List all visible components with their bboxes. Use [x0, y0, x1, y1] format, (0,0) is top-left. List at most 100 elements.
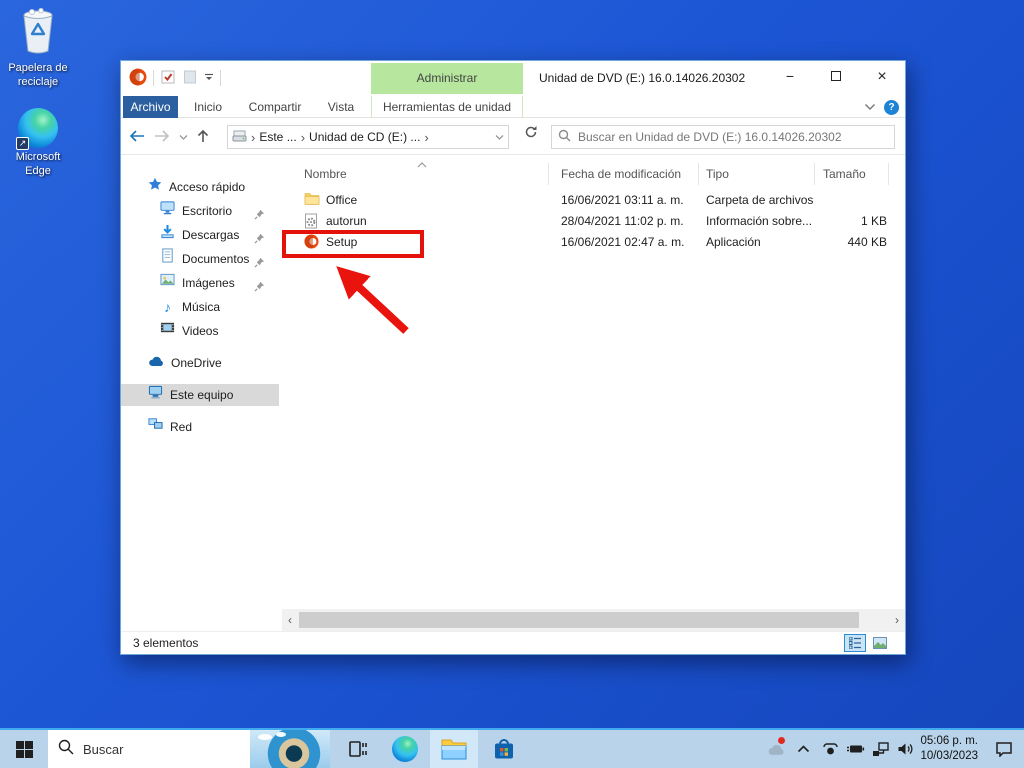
explorer-search-box[interactable]: [551, 125, 895, 149]
navigation-pane: Acceso rápido Escritorio Descargas Docum…: [121, 155, 281, 631]
sidebar-item-musica[interactable]: ♪ Música: [121, 296, 279, 318]
sidebar-item-escritorio[interactable]: Escritorio: [121, 200, 279, 222]
address-dropdown-chevron-icon[interactable]: [495, 130, 504, 144]
recycle-bin-desktop-icon[interactable]: Papelera de reciclaje: [2, 7, 74, 90]
column-header-tipo[interactable]: Tipo: [706, 163, 729, 185]
folder-icon: [304, 192, 320, 209]
ribbon-tabs: Archivo Inicio Compartir Vista Herramien…: [121, 96, 905, 118]
setup-information-file-icon: [304, 213, 318, 232]
network-tray-icon[interactable]: [868, 730, 893, 768]
taskbar-edge-button[interactable]: [384, 730, 426, 768]
hidden-icons-chevron[interactable]: [788, 730, 818, 768]
pictures-icon: [160, 272, 175, 294]
column-divider[interactable]: [698, 163, 699, 185]
scroll-left-arrow-icon[interactable]: ‹: [282, 609, 298, 631]
sidebar-item-descargas[interactable]: Descargas: [121, 224, 279, 246]
items-count: 3 elementos: [133, 636, 199, 650]
sidebar-item-imagenes[interactable]: Imágenes: [121, 272, 279, 294]
horizontal-scrollbar[interactable]: ‹ ›: [282, 609, 905, 631]
downloads-icon: [160, 224, 175, 246]
notification-dot: [778, 737, 785, 744]
close-button[interactable]: ×: [859, 61, 905, 94]
divider: [220, 70, 221, 86]
tray-capture-icon[interactable]: [818, 730, 843, 768]
customize-quick-access-chevron-icon[interactable]: [204, 71, 214, 85]
onedrive-cloud-icon: [148, 352, 164, 374]
sidebar-item-documentos[interactable]: Documentos: [121, 248, 279, 270]
file-list-pane: Nombre Fecha de modificación Tipo Tamaño…: [281, 155, 905, 609]
column-header-fecha[interactable]: Fecha de modificación: [561, 163, 681, 185]
onedrive-tray-icon[interactable]: [763, 730, 788, 768]
office-window-icon: [129, 68, 147, 89]
edge-label: Microsoft Edge: [15, 151, 61, 177]
file-row-autorun[interactable]: autorun 28/04/2021 11:02 p. m. Informaci…: [281, 211, 905, 232]
scrollbar-thumb[interactable]: [299, 612, 859, 628]
file-explorer-window: Administrar Unidad de DVD (E:) 16.0.1402…: [120, 60, 906, 655]
file-row-setup[interactable]: Setup 16/06/2021 02:47 a. m. Aplicación …: [281, 232, 905, 253]
help-button[interactable]: ?: [884, 99, 899, 115]
minimize-ribbon-chevron-icon[interactable]: [864, 100, 876, 114]
sort-ascending-chevron-icon: [417, 157, 427, 171]
office-setup-icon: [304, 234, 319, 252]
search-icon: [558, 129, 571, 145]
tab-inicio[interactable]: Inicio: [181, 96, 235, 118]
minimize-button[interactable]: −: [767, 61, 813, 94]
shortcut-arrow-icon: ↗: [16, 137, 29, 150]
file-explorer-icon: [441, 739, 467, 760]
breadcrumb-chevron-icon: ›: [300, 129, 306, 145]
breadcrumb-unidad-cd[interactable]: Unidad de CD (E:) ...: [309, 130, 420, 144]
taskbar-search-box[interactable]: [48, 730, 250, 768]
sidebar-item-este-equipo[interactable]: Este equipo: [121, 384, 279, 406]
news-and-interests-widget[interactable]: [250, 730, 330, 768]
column-divider[interactable]: [888, 163, 889, 185]
breadcrumb-este-equipo[interactable]: Este ...: [259, 130, 296, 144]
drive-icon: [232, 129, 247, 146]
tab-archivo[interactable]: Archivo: [123, 96, 178, 118]
column-divider[interactable]: [548, 163, 549, 185]
details-view-button[interactable]: [844, 634, 866, 652]
back-button[interactable]: [129, 129, 145, 145]
tab-vista[interactable]: Vista: [315, 96, 367, 118]
start-button[interactable]: [0, 730, 48, 768]
music-icon: ♪: [164, 299, 171, 315]
taskbar-store-button[interactable]: [482, 730, 526, 768]
videos-icon: [160, 320, 175, 342]
task-view-button[interactable]: [338, 730, 378, 768]
contextual-tab-administrar[interactable]: Administrar: [371, 63, 523, 94]
search-icon: [58, 739, 74, 760]
status-bar: 3 elementos: [121, 631, 905, 654]
microsoft-store-icon: [495, 739, 513, 759]
edge-desktop-icon[interactable]: ↗ Microsoft Edge: [2, 108, 74, 179]
explorer-search-input[interactable]: [578, 130, 888, 144]
up-button[interactable]: [197, 129, 209, 146]
title-bar[interactable]: Administrar Unidad de DVD (E:) 16.0.1402…: [121, 61, 905, 96]
address-bar[interactable]: › Este ... › Unidad de CD (E:) ... ›: [227, 125, 509, 149]
taskbar-file-explorer-button[interactable]: [430, 730, 478, 768]
action-center-button[interactable]: [984, 730, 1024, 768]
thumbnails-view-button[interactable]: [869, 634, 891, 652]
volume-icon[interactable]: [893, 730, 918, 768]
forward-button[interactable]: [154, 129, 170, 145]
properties-quick-icon[interactable]: [160, 69, 176, 88]
file-row-office[interactable]: Office 16/06/2021 03:11 a. m. Carpeta de…: [281, 190, 905, 211]
column-header-tamano[interactable]: Tamaño: [823, 163, 866, 185]
tab-herramientas-de-unidad[interactable]: Herramientas de unidad: [371, 96, 523, 118]
sidebar-item-videos[interactable]: Videos: [121, 320, 279, 342]
edge-logo-icon: ↗: [16, 108, 58, 150]
column-header-nombre[interactable]: Nombre: [304, 163, 347, 185]
refresh-button[interactable]: [519, 125, 543, 149]
taskbar-clock[interactable]: 05:06 p. m. 10/03/2023: [918, 734, 984, 764]
sidebar-item-acceso-rapido[interactable]: Acceso rápido: [121, 176, 279, 198]
new-folder-quick-icon[interactable]: [182, 69, 198, 88]
recent-locations-chevron-icon[interactable]: [179, 130, 188, 144]
column-divider[interactable]: [814, 163, 815, 185]
sidebar-item-red[interactable]: Red: [121, 416, 279, 438]
scroll-right-arrow-icon[interactable]: ›: [889, 609, 905, 631]
maximize-button[interactable]: [813, 61, 859, 94]
taskbar-search-input[interactable]: [83, 741, 203, 757]
this-pc-icon: [148, 384, 163, 406]
battery-icon[interactable]: [843, 730, 868, 768]
recycle-bin-icon: [17, 7, 59, 59]
sidebar-item-onedrive[interactable]: OneDrive: [121, 352, 279, 374]
tab-compartir[interactable]: Compartir: [239, 96, 311, 118]
